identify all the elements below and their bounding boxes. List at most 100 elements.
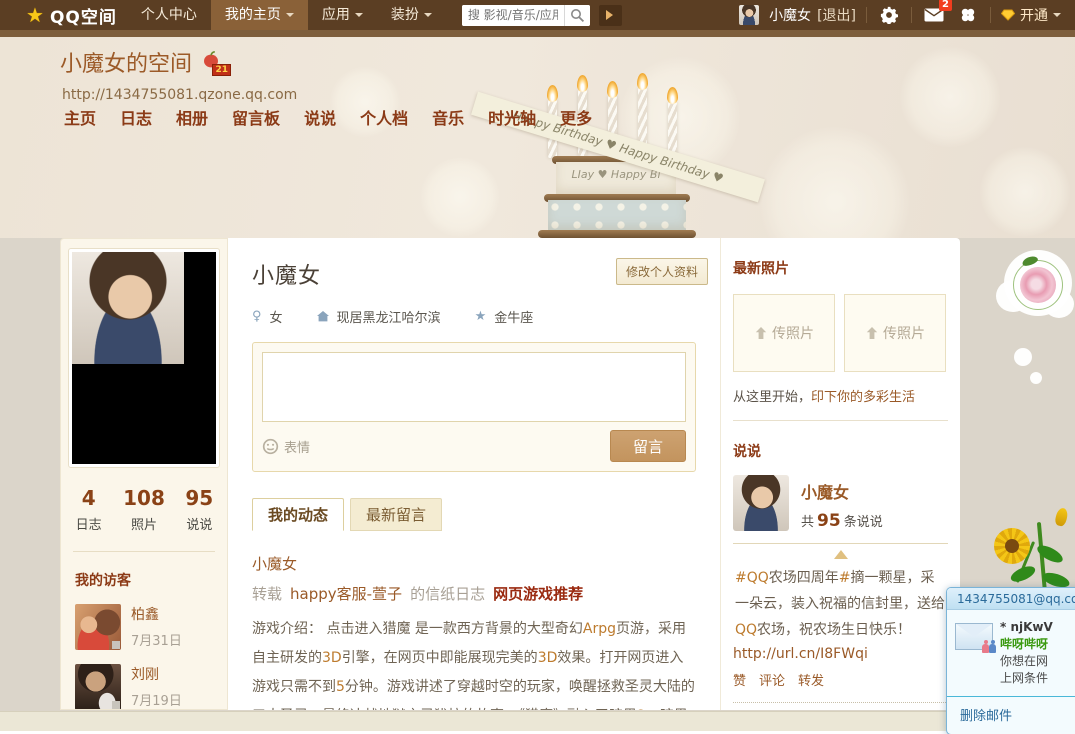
print-life-link[interactable]: 印下你的多彩生活 (811, 390, 915, 405)
divider (911, 7, 912, 23)
space-nav-home[interactable]: 主页 (64, 105, 96, 129)
mail-popup-email: 1434755081@qq.com (947, 588, 1075, 610)
space-nav-music[interactable]: 音乐 (432, 105, 464, 129)
tab-latest-messages[interactable]: 最新留言 (350, 498, 442, 531)
go-arrow-button[interactable] (599, 5, 622, 26)
sunflower-bud (1054, 507, 1069, 527)
visitor-date: 7月31日 (131, 630, 182, 649)
sunflower-bloom (994, 528, 1030, 564)
qzone-logo[interactable]: ★ QQ空间 (26, 3, 117, 28)
like-link[interactable]: 赞 (733, 670, 746, 689)
mail-snippet-line: 你想在网 (1000, 653, 1053, 670)
space-title: 小魔女的空间 21 (60, 46, 222, 78)
visitor-name-link[interactable]: 柏鑫 (131, 604, 182, 624)
user-avatar[interactable] (739, 5, 759, 25)
space-url[interactable]: http://1434755081.qzone.qq.com (62, 87, 297, 103)
bokeh-circle (980, 147, 1070, 237)
shuoshuo-name-link[interactable]: 小魔女 (801, 479, 883, 503)
user-name-link[interactable]: 小魔女 (769, 5, 811, 25)
forward-link[interactable]: 转发 (798, 670, 824, 689)
apple-gift-icon[interactable]: 21 (202, 49, 222, 74)
logout-link[interactable]: [退出] (817, 5, 856, 25)
stat-blogs[interactable]: 4 日志 (61, 486, 116, 533)
bokeh-circle (760, 127, 910, 238)
photos-caption: 从这里开始，印下你的多彩生活 (733, 386, 948, 405)
dotted-divider (733, 702, 948, 703)
shuoshuo-post-link[interactable]: http://url.cn/I8FWqi (733, 646, 948, 662)
divider (733, 420, 948, 421)
chevron-down-icon (424, 13, 432, 21)
space-nav-guestbook[interactable]: 留言板 (232, 105, 280, 129)
mail-snippet-line: 上网条件 (1000, 670, 1053, 687)
latest-photos-heading: 最新照片 (733, 258, 948, 278)
upload-photo-button[interactable]: 传照片 (733, 294, 835, 372)
birthday-banner: LIay ♥ Happy Bi Happy Birthday ♥ Happy B… (0, 37, 1075, 238)
feed-entry-title-link[interactable]: 网页游戏推荐 (493, 583, 583, 604)
cloud-trail-circle (1030, 372, 1042, 384)
visitor-avatar[interactable] (75, 604, 121, 650)
settings-gear-icon[interactable] (877, 3, 901, 27)
top-navigation-bar: ★ QQ空间 个人中心 我的主页 应用 装扮 小魔女 (0, 0, 1075, 30)
feed-action-label: 转载 (252, 583, 282, 604)
mail-preview-lines: * njKwV 哔呀哔呀 你想在网 上网条件 (1000, 619, 1053, 687)
header-divider-strip (0, 30, 1075, 37)
edit-profile-button[interactable]: 修改个人资料 (616, 258, 708, 285)
candle-flame (637, 73, 648, 90)
search-input[interactable] (462, 5, 564, 26)
message-textarea[interactable] (262, 352, 686, 422)
mail-notification-popup: 1434755081@qq.com * njKwV 哔呀哔呀 你想在网 上网条件… (946, 587, 1075, 734)
shuoshuo-post-text: #QQ农场四周年#摘一颗星，采一朵云，装入祝福的信封里，送给QQ农场，祝农场生日… (733, 565, 948, 643)
chevron-down-icon (355, 13, 363, 21)
shuoshuo-avatar[interactable] (733, 475, 789, 531)
visitor-item: 柏鑫 7月31日 (75, 604, 227, 650)
mail-envelope-icon[interactable]: 2 (922, 3, 946, 27)
space-nav-timeline[interactable]: 时光轴 (488, 105, 536, 129)
plant-leaf (1009, 563, 1038, 585)
visitor-name-link[interactable]: 刘刚 (131, 664, 182, 684)
stat-photos[interactable]: 108 照片 (116, 486, 171, 533)
candle-flame (547, 85, 558, 102)
feed-source-link[interactable]: happy客服-萱子 (290, 583, 402, 604)
shuoshuo-actions: 赞 评论 转发 (733, 670, 948, 689)
space-nav-albums[interactable]: 相册 (176, 105, 208, 129)
residence-value: 现居黑龙江哈尔滨 (337, 307, 441, 326)
tab-my-feed[interactable]: 我的动态 (252, 498, 344, 531)
leave-message-button[interactable]: 留言 (610, 430, 686, 462)
nav-item-apps[interactable]: 应用 (308, 0, 377, 30)
upgrade-vip-menu[interactable]: 开通 (1001, 5, 1061, 25)
diamond-icon (1001, 9, 1015, 21)
mail-count-badge: 2 (939, 0, 952, 11)
space-nav-shuoshuo[interactable]: 说说 (304, 105, 336, 129)
logo-text: QQ空间 (50, 3, 117, 28)
search-icon[interactable] (564, 5, 590, 26)
message-composer: 表情 留言 (252, 342, 696, 472)
feed-author-link[interactable]: 小魔女 (252, 553, 696, 574)
space-nav-profile[interactable]: 个人档 (360, 105, 408, 129)
star-logo-icon: ★ (26, 5, 44, 25)
candle-flame (667, 87, 678, 104)
visitor-date: 7月19日 (131, 690, 182, 709)
farm-clover-icon[interactable] (956, 3, 980, 27)
upload-photo-button[interactable]: 传照片 (844, 294, 946, 372)
main-panel: 小魔女 修改个人资料 ♀ 女 现居黑龙江哈尔滨 ★ 金牛座 表情 (228, 238, 720, 710)
right-sidebar: 最新照片 传照片 传照片 从这里开始，印下你的多彩生活 说说 小魔女 (720, 238, 960, 710)
emoticon-picker[interactable]: 表情 (262, 437, 310, 456)
nav-item-decorate[interactable]: 装扮 (377, 0, 446, 30)
mail-popup-footer: 删除邮件 (947, 697, 1075, 734)
feed-source-suffix: 的信纸日志 (410, 583, 485, 604)
space-nav-blog[interactable]: 日志 (120, 105, 152, 129)
smiley-icon (262, 438, 279, 455)
nav-item-my-homepage[interactable]: 我的主页 (211, 0, 308, 30)
delete-mail-link[interactable]: 删除邮件 (960, 709, 1012, 724)
zodiac-value: 金牛座 (494, 307, 533, 326)
stat-shuoshuo[interactable]: 95 说说 (172, 486, 227, 533)
comment-link[interactable]: 评论 (759, 670, 785, 689)
mail-subject[interactable]: * njKwV (1000, 619, 1053, 636)
space-nav-more[interactable]: 更多 (560, 105, 592, 129)
shuoshuo-profile: 小魔女 共95条说说 (733, 475, 948, 531)
profile-photo[interactable] (72, 252, 216, 464)
nav-item-personal-center[interactable]: 个人中心 (127, 0, 211, 30)
visitor-avatar[interactable] (75, 664, 121, 710)
footer-bar (0, 711, 1075, 731)
speech-bubble-pointer (834, 543, 848, 559)
